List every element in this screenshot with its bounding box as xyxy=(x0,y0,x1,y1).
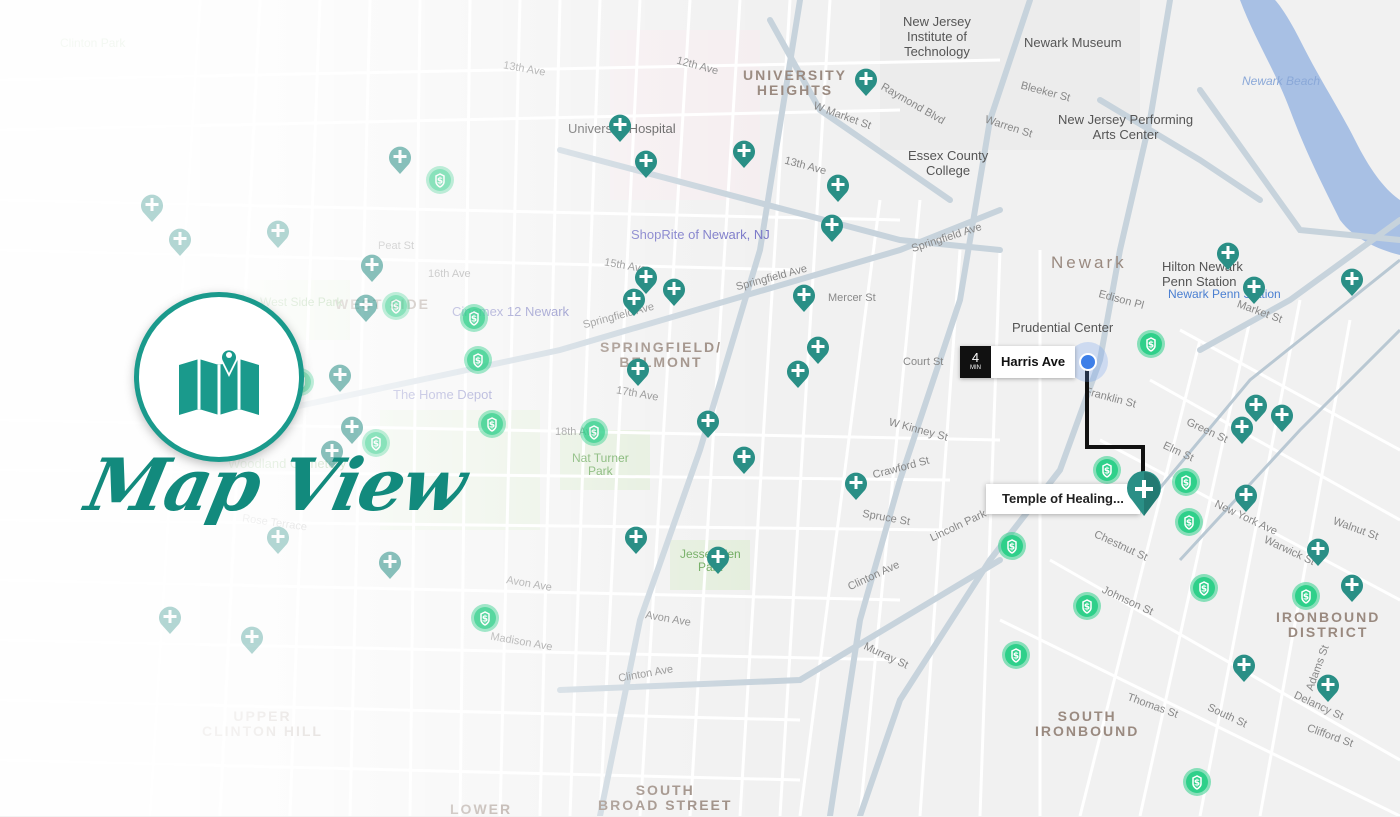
dollar-coin-icon[interactable]: $ xyxy=(470,603,500,633)
dollar-coin-icon[interactable]: $ xyxy=(1092,455,1122,485)
dollar-coin-icon[interactable]: $ xyxy=(381,291,411,321)
eta-callout[interactable]: 4 MIN Harris Ave xyxy=(960,346,1076,378)
svg-text:$: $ xyxy=(437,177,443,187)
dollar-coin-icon[interactable]: $ xyxy=(1001,640,1031,670)
eta-destination: Harris Ave xyxy=(1001,354,1066,369)
map-pin-plus-icon[interactable] xyxy=(378,550,402,580)
dollar-coin-icon[interactable]: $ xyxy=(579,417,609,447)
map-pin-plus-icon[interactable] xyxy=(1216,241,1240,271)
map-pin-plus-icon[interactable] xyxy=(820,213,844,243)
dollar-coin-icon[interactable]: $ xyxy=(1189,573,1219,603)
map-pin-plus-icon[interactable] xyxy=(1242,275,1266,305)
map-pin-plus-icon[interactable] xyxy=(844,471,868,501)
map-pin-plus-icon[interactable] xyxy=(1270,403,1294,433)
dollar-coin-icon[interactable]: $ xyxy=(1136,329,1166,359)
svg-text:$: $ xyxy=(591,429,597,439)
dollar-coin-icon[interactable]: $ xyxy=(1291,581,1321,611)
svg-text:$: $ xyxy=(1009,543,1015,553)
map-pin-plus-icon[interactable] xyxy=(732,139,756,169)
map-view-title: Map View xyxy=(78,442,473,527)
map-pin-plus-icon[interactable] xyxy=(706,545,730,575)
map-pin-plus-icon[interactable] xyxy=(266,525,290,555)
svg-text:$: $ xyxy=(1013,652,1019,662)
map-pin-plus-icon[interactable] xyxy=(786,359,810,389)
map-pin-plus-icon[interactable] xyxy=(854,67,878,97)
selected-clinic-pin-icon[interactable] xyxy=(1126,470,1162,518)
dollar-coin-icon[interactable]: $ xyxy=(1171,467,1201,497)
dollar-coin-icon[interactable]: $ xyxy=(459,303,489,333)
svg-text:$: $ xyxy=(393,303,399,313)
map-pin-plus-icon[interactable] xyxy=(240,625,264,655)
map-pin-plus-icon[interactable] xyxy=(388,145,412,175)
svg-text:$: $ xyxy=(475,357,481,367)
eta-time-box: 4 MIN xyxy=(960,346,991,378)
svg-text:$: $ xyxy=(1148,341,1154,351)
svg-text:$: $ xyxy=(1186,519,1192,529)
map-pin-plus-icon[interactable] xyxy=(354,293,378,323)
map-pin-plus-icon[interactable] xyxy=(1230,415,1254,445)
svg-text:$: $ xyxy=(1303,593,1309,603)
dollar-coin-icon[interactable]: $ xyxy=(425,165,455,195)
svg-text:$: $ xyxy=(471,315,477,325)
map-pin-plus-icon[interactable] xyxy=(1340,573,1364,603)
map-pin-plus-icon[interactable] xyxy=(792,283,816,313)
map-pin-plus-icon[interactable] xyxy=(732,445,756,475)
map-pin-plus-icon[interactable] xyxy=(608,113,632,143)
dollar-coin-icon[interactable]: $ xyxy=(1182,767,1212,797)
map-pin-plus-icon[interactable] xyxy=(634,149,658,179)
map-pin-plus-icon[interactable] xyxy=(662,277,686,307)
dollar-coin-icon[interactable]: $ xyxy=(1174,507,1204,537)
map-pin-plus-icon[interactable] xyxy=(158,605,182,635)
svg-text:$: $ xyxy=(1183,479,1189,489)
map-pin-plus-icon[interactable] xyxy=(1316,673,1340,703)
map-pin-plus-icon[interactable] xyxy=(1306,537,1330,567)
selected-place-callout[interactable]: Temple of Healing... xyxy=(986,484,1140,514)
dollar-coin-icon[interactable]: $ xyxy=(1072,591,1102,621)
dollar-coin-icon[interactable]: $ xyxy=(463,345,493,375)
svg-text:$: $ xyxy=(1201,585,1207,595)
svg-text:$: $ xyxy=(482,615,488,625)
map-view-logo xyxy=(134,292,304,462)
svg-text:$: $ xyxy=(489,421,495,431)
map-pin-plus-icon[interactable] xyxy=(328,363,352,393)
map-pin-plus-icon[interactable] xyxy=(266,219,290,249)
map-pin-plus-icon[interactable] xyxy=(624,525,648,555)
map-pin-plus-icon[interactable] xyxy=(360,253,384,283)
eta-unit: MIN xyxy=(970,365,981,371)
svg-text:$: $ xyxy=(1084,603,1090,613)
folded-map-pin-icon xyxy=(179,345,259,415)
svg-text:$: $ xyxy=(1104,467,1110,477)
dollar-coin-icon[interactable]: $ xyxy=(477,409,507,439)
map-pin-plus-icon[interactable] xyxy=(168,227,192,257)
map-pin-plus-icon[interactable] xyxy=(1232,653,1256,683)
map-pin-plus-icon[interactable] xyxy=(140,193,164,223)
map-pin-plus-icon[interactable] xyxy=(622,287,646,317)
map-pin-plus-icon[interactable] xyxy=(696,409,720,439)
map-pin-plus-icon[interactable] xyxy=(1234,483,1258,513)
map-pin-plus-icon[interactable] xyxy=(626,357,650,387)
eta-value: 4 xyxy=(971,350,980,365)
map-pin-plus-icon[interactable] xyxy=(826,173,850,203)
map-pin-plus-icon[interactable] xyxy=(1340,267,1364,297)
svg-text:$: $ xyxy=(1194,779,1200,789)
dollar-coin-icon[interactable]: $ xyxy=(997,531,1027,561)
